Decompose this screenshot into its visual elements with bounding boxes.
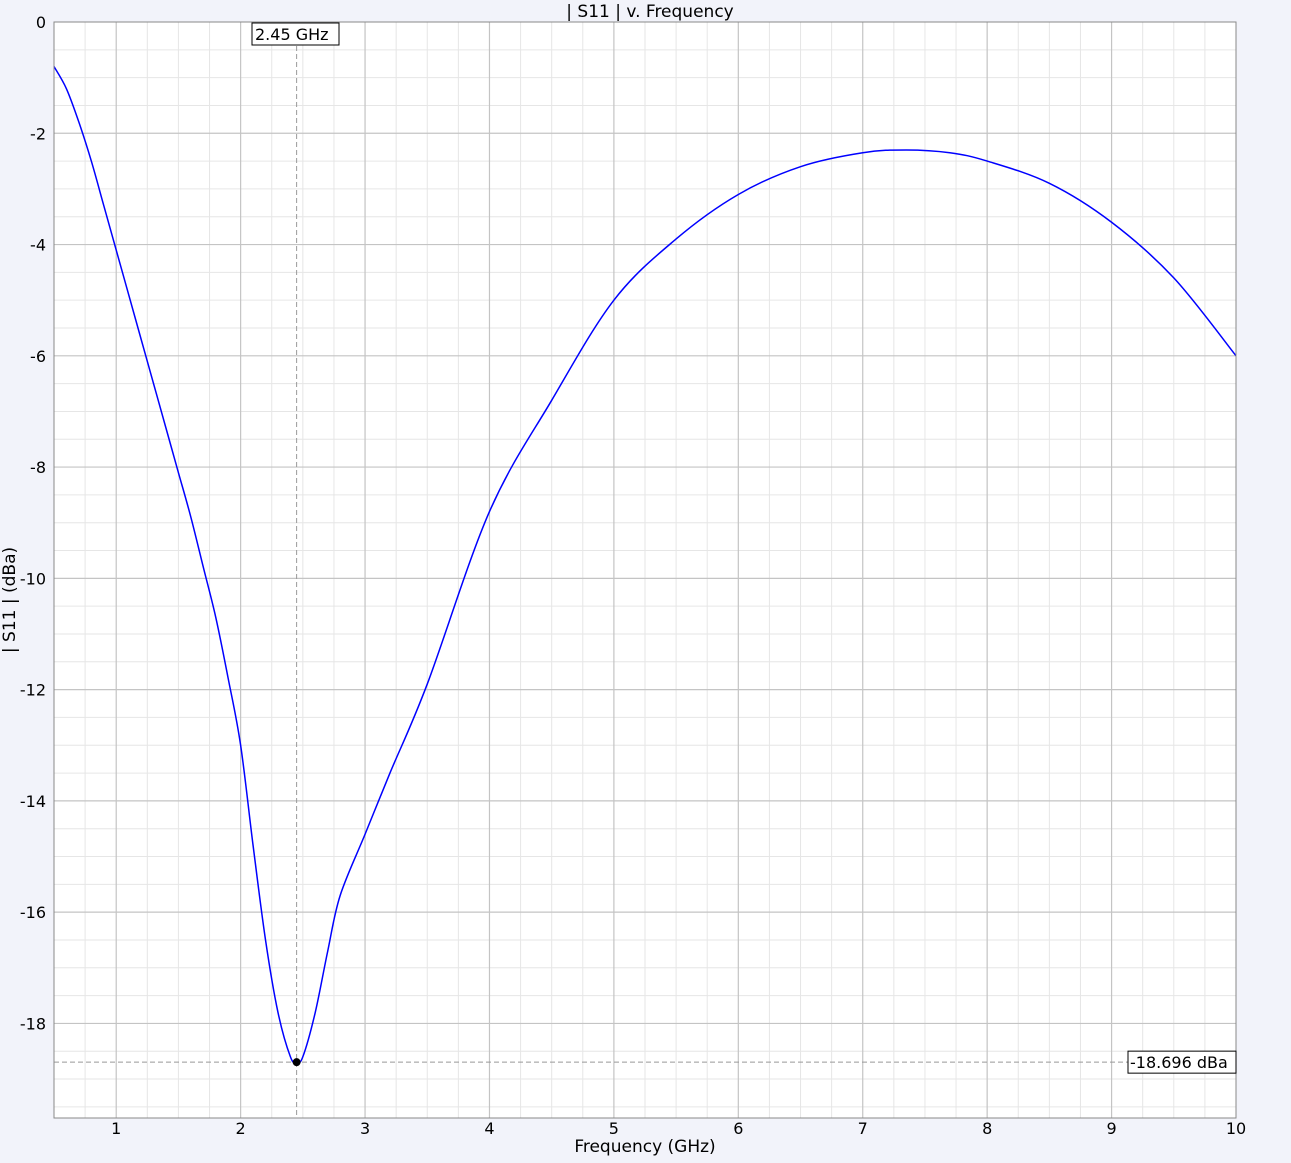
x-tick-label: 10 — [1226, 1119, 1246, 1138]
x-tick-label: 6 — [733, 1119, 743, 1138]
x-axis-label: Frequency (GHz) — [574, 1137, 715, 1157]
magnitude-marker-label: -18.696 dBa — [1127, 1050, 1237, 1074]
x-tick-label: 7 — [858, 1119, 868, 1138]
y-tick-label: -8 — [30, 458, 46, 477]
y-tick-label: -4 — [30, 236, 46, 255]
y-tick-label: -10 — [20, 569, 46, 588]
y-tick-label: -2 — [30, 124, 46, 143]
y-tick-label: 0 — [36, 13, 46, 32]
x-tick-label: 5 — [609, 1119, 619, 1138]
y-tick-label: -12 — [20, 681, 46, 700]
s11-chart: 1 2 3 4 5 6 7 8 9 10 0 -2 -4 -6 -8 -10 -12 -14 -16 -18 | S… — [0, 2, 1246, 1157]
x-tick-label: 2 — [236, 1119, 246, 1138]
x-tick-label: 8 — [982, 1119, 992, 1138]
chart-container: 1 2 3 4 5 6 7 8 9 10 0 -2 -4 -6 -8 -10 -12 -14 -16 -18 | S… — [0, 0, 1291, 1159]
y-tick-labels: 0 -2 -4 -6 -8 -10 -12 -14 -16 -18 — [20, 13, 46, 1033]
x-tick-label: 4 — [484, 1119, 494, 1138]
x-tick-label: 3 — [360, 1119, 370, 1138]
frequency-marker-text: 2.45 GHz — [255, 25, 329, 44]
frequency-marker-label: 2.45 GHz — [251, 22, 340, 46]
y-tick-label: -16 — [20, 903, 46, 922]
chart-title: | S11 | v. Frequency — [566, 2, 733, 22]
x-tick-label: 1 — [111, 1119, 121, 1138]
y-tick-label: -18 — [20, 1014, 46, 1033]
minimum-marker-point — [292, 1058, 301, 1067]
x-tick-labels: 1 2 3 4 5 6 7 8 9 10 — [111, 1119, 1246, 1138]
y-axis-label: | S11 | (dBa) — [0, 547, 20, 653]
y-tick-label: -6 — [30, 347, 46, 366]
magnitude-marker-text: -18.696 dBa — [1130, 1053, 1228, 1072]
x-tick-label: 9 — [1106, 1119, 1116, 1138]
y-tick-label: -14 — [20, 792, 46, 811]
